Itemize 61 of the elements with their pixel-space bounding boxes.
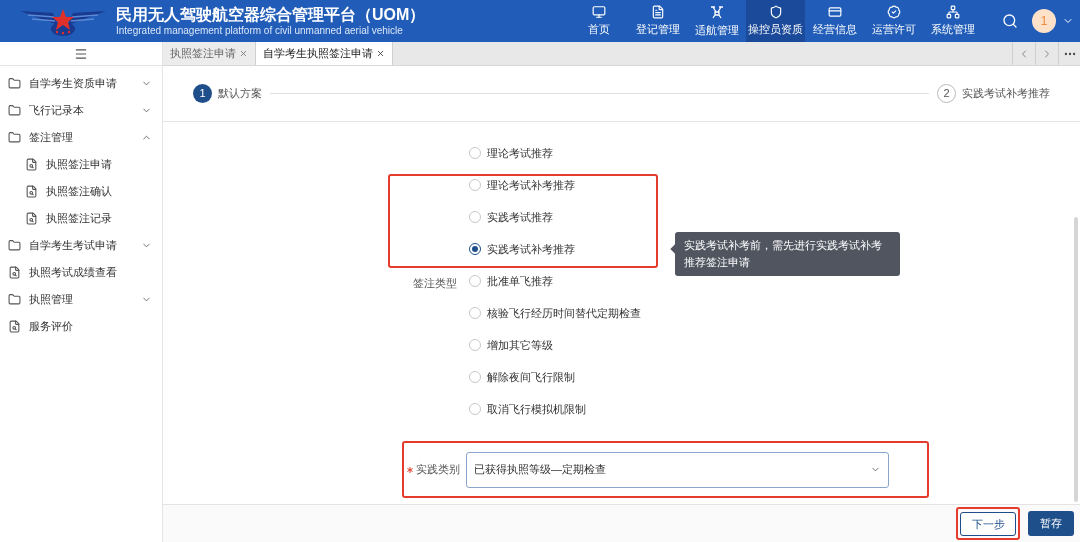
badge-icon xyxy=(886,4,901,19)
nav-item[interactable]: 操控员资质 xyxy=(746,0,805,42)
document-icon xyxy=(25,185,38,198)
radio-option[interactable]: 解除夜间飞行限制 xyxy=(469,361,641,393)
folder-icon xyxy=(8,131,21,144)
nav-item[interactable]: 系统管理 xyxy=(923,0,982,42)
network-icon xyxy=(945,4,960,19)
card-icon xyxy=(827,4,842,19)
folder-icon xyxy=(8,293,21,306)
category-select[interactable]: 已获得执照等级—定期检查 xyxy=(466,451,889,488)
nav-item[interactable]: 运营许可 xyxy=(864,0,923,42)
menu-icon[interactable] xyxy=(74,46,88,61)
sidebar-subitem[interactable]: 执照签注记录 xyxy=(0,205,162,232)
radio-option[interactable]: 取消飞行模拟机限制 xyxy=(469,393,641,425)
next-button[interactable]: 下一步 xyxy=(960,512,1016,537)
search-icon[interactable] xyxy=(1002,13,1018,29)
sidebar-item[interactable]: 签注管理 xyxy=(0,124,162,151)
page-tab[interactable]: 自学考生执照签注申请 xyxy=(256,42,393,65)
platform-subtitle: Integrated management platform of civil unmanned aerial vehicle xyxy=(116,24,404,38)
step-label: 默认方案 xyxy=(218,86,262,102)
close-icon[interactable] xyxy=(239,49,248,58)
document-icon xyxy=(8,320,21,333)
sidebar-item[interactable]: 自学考生考试申请 xyxy=(0,232,162,259)
step-label: 实践考试补考推荐 xyxy=(962,86,1050,102)
radio-option[interactable]: 核验飞行经历时间替代定期检查 xyxy=(469,297,641,329)
tooltip: 实践考试补考前，需先进行实践考试补考推荐签注申请 xyxy=(675,232,900,276)
folder-icon xyxy=(8,77,21,90)
sidebar-item[interactable]: 飞行记录本 xyxy=(0,97,162,124)
radio-option[interactable]: 增加其它等级 xyxy=(469,329,641,361)
field-label: 签注类型 xyxy=(413,275,458,291)
document-icon xyxy=(8,266,21,279)
radio-option[interactable]: 批准单飞推荐 xyxy=(469,265,641,297)
nav-item[interactable]: 经营信息 xyxy=(805,0,864,42)
step-number: 1 xyxy=(193,84,212,103)
shield-icon xyxy=(768,4,783,19)
close-icon[interactable] xyxy=(376,49,385,58)
drone-icon xyxy=(708,3,725,20)
radio-option[interactable]: 理论考试补考推荐 xyxy=(469,169,641,201)
sidebar-item[interactable]: 执照考试成绩查看 xyxy=(0,259,162,286)
scrollbar[interactable] xyxy=(1074,217,1078,502)
document-icon xyxy=(25,212,38,225)
radio-option[interactable]: 理论考试推荐 xyxy=(469,137,641,169)
field-label: 实践类别 xyxy=(416,462,460,478)
sidebar-subitem[interactable]: 执照签注申请 xyxy=(0,151,162,178)
monitor-icon xyxy=(591,4,606,19)
nav-item[interactable]: 登记管理 xyxy=(628,0,687,42)
document-icon xyxy=(650,4,665,19)
radio-option[interactable]: 实践考试推荐 xyxy=(469,201,641,233)
save-draft-button[interactable]: 暂存 xyxy=(1028,511,1074,536)
sidebar-item[interactable]: 自学考生资质申请 xyxy=(0,70,162,97)
page-tab[interactable]: 执照签注申请 xyxy=(163,42,256,65)
nav-item[interactable]: 首页 xyxy=(569,0,628,42)
radio-option[interactable]: 实践考试补考推荐 xyxy=(469,233,641,265)
folder-icon xyxy=(8,104,21,117)
sidebar-item[interactable]: 服务评价 xyxy=(0,313,162,340)
sidebar-subitem[interactable]: 执照签注确认 xyxy=(0,178,162,205)
sidebar-item[interactable]: 执照管理 xyxy=(0,286,162,313)
platform-title: 民用无人驾驶航空器综合管理平台（UOM） xyxy=(116,4,426,25)
document-icon xyxy=(25,158,38,171)
folder-icon xyxy=(8,239,21,252)
nav-item[interactable]: 适航管理 xyxy=(687,0,746,42)
